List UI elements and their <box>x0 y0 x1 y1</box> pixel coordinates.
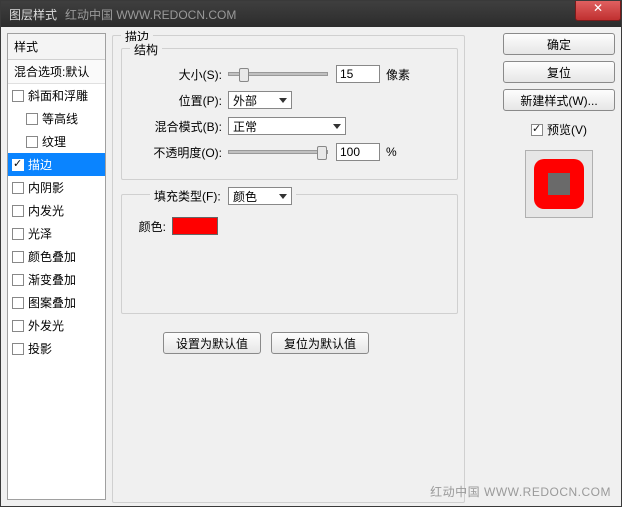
window-title: 图层样式 <box>9 6 57 23</box>
position-label: 位置(P): <box>132 92 228 109</box>
preview-toggle-row: 预览(V) <box>503 121 615 138</box>
sidebar-item-label: 光泽 <box>28 225 52 242</box>
chevron-down-icon <box>279 98 287 103</box>
close-icon: ✕ <box>593 1 603 15</box>
blend-label: 混合模式(B): <box>132 118 228 135</box>
reset-default-button[interactable]: 复位为默认值 <box>271 332 369 354</box>
checkbox-icon[interactable] <box>12 320 24 332</box>
checkbox-icon[interactable] <box>12 251 24 263</box>
position-select[interactable]: 外部 <box>228 91 292 109</box>
new-style-button[interactable]: 新建样式(W)... <box>503 89 615 111</box>
sidebar-item-label: 内发光 <box>28 202 64 219</box>
checkbox-icon[interactable] <box>12 159 24 171</box>
size-input[interactable] <box>336 65 380 83</box>
sidebar-item-drop-shadow[interactable]: 投影 <box>8 337 105 360</box>
sidebar-item-satin[interactable]: 光泽 <box>8 222 105 245</box>
opacity-unit: % <box>386 145 397 159</box>
position-row: 位置(P): 外部 <box>132 89 447 111</box>
sidebar-item-label: 等高线 <box>42 110 78 127</box>
checkbox-icon[interactable] <box>26 136 38 148</box>
watermark-text: 红动中国 WWW.REDOCN.COM <box>65 6 236 23</box>
fill-type-select[interactable]: 颜色 <box>228 187 292 205</box>
opacity-input[interactable] <box>336 143 380 161</box>
size-unit: 像素 <box>386 66 410 83</box>
sidebar-item-color-overlay[interactable]: 颜色叠加 <box>8 245 105 268</box>
sidebar-item-label: 描边 <box>28 156 52 173</box>
select-value: 正常 <box>233 118 257 135</box>
checkbox-icon[interactable] <box>12 182 24 194</box>
checkbox-icon[interactable] <box>12 274 24 286</box>
titlebar: 图层样式 红动中国 WWW.REDOCN.COM ✕ <box>1 1 621 27</box>
size-slider[interactable] <box>228 72 328 76</box>
content: 样式 混合选项:默认 斜面和浮雕 等高线 纹理 描边 内阴影 内发光 光泽 颜色… <box>1 27 621 506</box>
color-label: 颜色: <box>132 218 172 235</box>
fill-group: 填充类型(F): 颜色 颜色: <box>121 194 458 314</box>
layer-style-dialog: 图层样式 红动中国 WWW.REDOCN.COM ✕ 样式 混合选项:默认 斜面… <box>0 0 622 507</box>
size-row: 大小(S): 像素 <box>132 63 447 85</box>
blend-row: 混合模式(B): 正常 <box>132 115 447 137</box>
color-row: 颜色: <box>132 215 447 237</box>
styles-sidebar: 样式 混合选项:默认 斜面和浮雕 等高线 纹理 描边 内阴影 内发光 光泽 颜色… <box>7 33 106 500</box>
group-title: 结构 <box>130 41 162 58</box>
opacity-label: 不透明度(O): <box>132 144 228 161</box>
sidebar-item-texture[interactable]: 纹理 <box>8 130 105 153</box>
slider-thumb-icon[interactable] <box>239 68 249 82</box>
sidebar-item-inner-glow[interactable]: 内发光 <box>8 199 105 222</box>
sidebar-item-label: 内阴影 <box>28 179 64 196</box>
checkbox-icon[interactable] <box>12 205 24 217</box>
sidebar-item-label: 纹理 <box>42 133 66 150</box>
select-value: 外部 <box>233 92 257 109</box>
set-default-button[interactable]: 设置为默认值 <box>163 332 261 354</box>
stroke-group: 描边 结构 大小(S): 像素 位置(P): 外部 <box>112 35 465 503</box>
opacity-slider[interactable] <box>228 150 328 154</box>
fill-type-label: 填充类型(F): 颜色 <box>150 187 296 205</box>
preview-label: 预览(V) <box>547 121 587 138</box>
chevron-down-icon <box>333 124 341 129</box>
checkbox-icon[interactable] <box>12 90 24 102</box>
sidebar-item-label: 外发光 <box>28 317 64 334</box>
sidebar-item-gradient-overlay[interactable]: 渐变叠加 <box>8 268 105 291</box>
ok-button[interactable]: 确定 <box>503 33 615 55</box>
color-swatch[interactable] <box>172 217 218 235</box>
preview-box <box>525 150 593 218</box>
sidebar-item-outer-glow[interactable]: 外发光 <box>8 314 105 337</box>
main-panel: 描边 结构 大小(S): 像素 位置(P): 外部 <box>112 33 497 500</box>
defaults-buttons: 设置为默认值 复位为默认值 <box>163 332 369 354</box>
sidebar-item-contour[interactable]: 等高线 <box>8 107 105 130</box>
opacity-row: 不透明度(O): % <box>132 141 447 163</box>
close-button[interactable]: ✕ <box>575 1 621 21</box>
sidebar-item-label: 渐变叠加 <box>28 271 76 288</box>
checkbox-icon[interactable] <box>12 297 24 309</box>
sidebar-item-bevel[interactable]: 斜面和浮雕 <box>8 84 105 107</box>
structure-group: 结构 大小(S): 像素 位置(P): 外部 混 <box>121 48 458 180</box>
size-label: 大小(S): <box>132 66 228 83</box>
chevron-down-icon <box>279 194 287 199</box>
preview-checkbox[interactable] <box>531 124 543 136</box>
sidebar-header[interactable]: 样式 <box>8 34 105 60</box>
select-value: 颜色 <box>233 188 257 205</box>
blend-mode-select[interactable]: 正常 <box>228 117 346 135</box>
slider-thumb-icon[interactable] <box>317 146 327 160</box>
preview-swatch <box>534 159 584 209</box>
sidebar-item-label: 图案叠加 <box>28 294 76 311</box>
checkbox-icon[interactable] <box>12 343 24 355</box>
sidebar-item-label: 斜面和浮雕 <box>28 87 88 104</box>
sidebar-item-label: 投影 <box>28 340 52 357</box>
preview-core <box>548 173 570 195</box>
sidebar-item-stroke[interactable]: 描边 <box>8 153 105 176</box>
checkbox-icon[interactable] <box>26 113 38 125</box>
right-column: 确定 复位 新建样式(W)... 预览(V) <box>503 33 615 500</box>
checkbox-icon[interactable] <box>12 228 24 240</box>
sidebar-item-pattern-overlay[interactable]: 图案叠加 <box>8 291 105 314</box>
sidebar-item-inner-shadow[interactable]: 内阴影 <box>8 176 105 199</box>
cancel-button[interactable]: 复位 <box>503 61 615 83</box>
sidebar-item-label: 颜色叠加 <box>28 248 76 265</box>
sidebar-blend-defaults[interactable]: 混合选项:默认 <box>8 60 105 84</box>
